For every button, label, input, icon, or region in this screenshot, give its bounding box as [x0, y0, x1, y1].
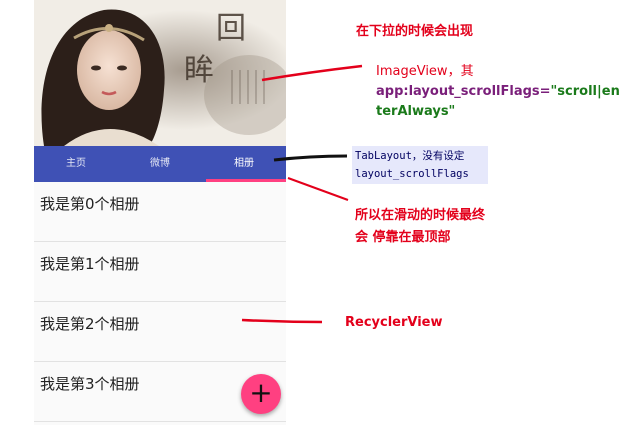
annotation-arrows — [241, 64, 363, 324]
imageview-pointer — [261, 64, 363, 82]
tablayout-pointer — [273, 154, 348, 162]
recyclerview-pointer — [241, 318, 323, 324]
stop-top-pointer — [287, 177, 349, 201]
